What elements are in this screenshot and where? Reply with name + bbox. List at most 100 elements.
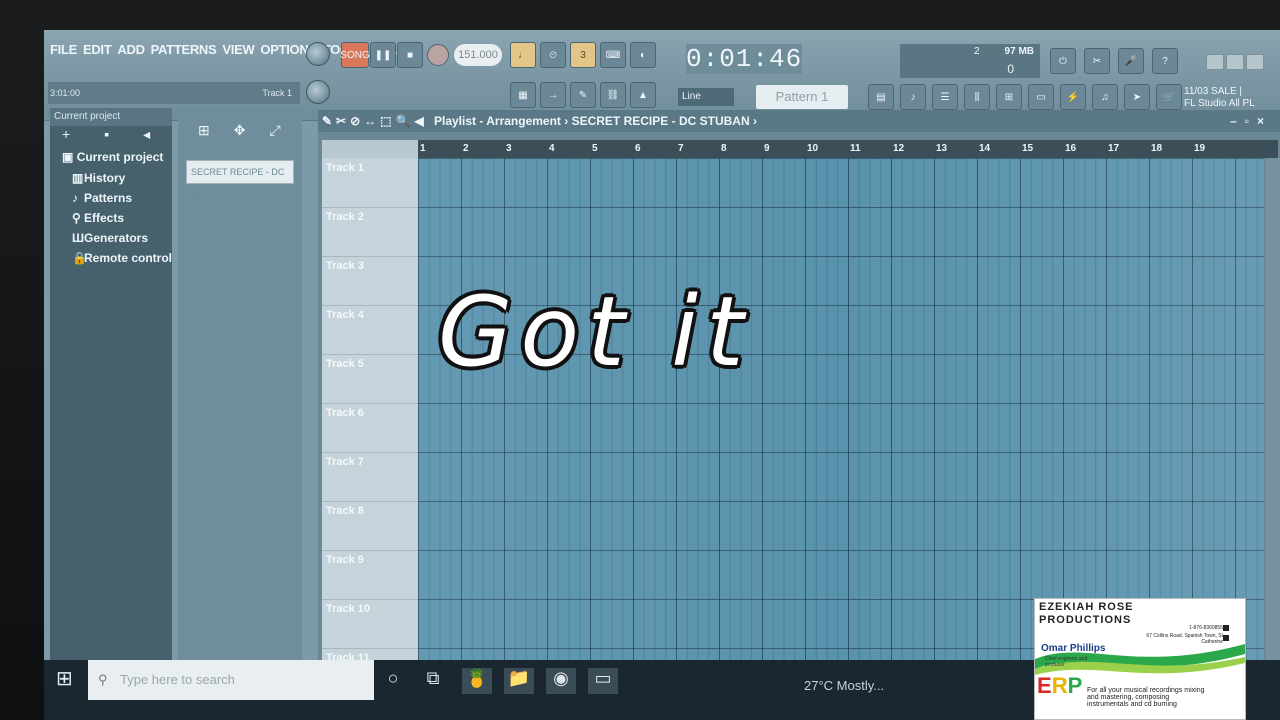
share-icon[interactable]: ➤ [1124,84,1150,110]
add-icon[interactable]: + [62,126,70,146]
tools-icon[interactable]: ✂ [1084,48,1110,74]
master-pitch-knob[interactable] [306,80,330,104]
piano-roll-icon[interactable]: ▦ [510,82,536,108]
track-label[interactable]: Track 4 [326,309,364,321]
track-label[interactable]: Track 6 [326,407,364,419]
pattern-clip[interactable]: SECRET RECIPE - DC S... [186,160,294,199]
countdown-icon[interactable]: 3 [570,42,596,68]
cpu-memory-panel: 2 97 MB 0 [900,44,1040,78]
menu-item-add[interactable]: ADD [117,42,145,57]
track-separator [322,648,418,649]
channel-rack-icon[interactable]: ☰ [932,84,958,110]
record-button[interactable] [427,44,449,66]
close-icon[interactable] [1246,54,1264,70]
plug-icon[interactable]: ⚡ [1060,84,1086,110]
step-edit-icon[interactable]: ⌨ [600,42,626,68]
track-label[interactable]: Track 10 [326,603,370,615]
ad-person: Omar Phillips [1041,643,1106,654]
mic-icon[interactable]: 🎤 [1118,48,1144,74]
metronome-icon[interactable]: ♩ [510,42,536,68]
menu-item-edit[interactable]: EDIT [83,42,112,57]
pause-button[interactable]: ❚❚ [370,42,396,68]
tree-item-label: Generators [84,231,149,245]
link-icon[interactable]: ⛓ [600,82,626,108]
vertical-scrollbar[interactable] [1266,158,1280,718]
strip-toolbar: ⊞ ✥ ⤢ [178,108,302,160]
resize-icon[interactable]: ⤢ [269,122,280,160]
windows-start-icon[interactable]: ⊞ [56,666,82,692]
stamp-icon[interactable]: ▲ [630,82,656,108]
collapse-icon[interactable]: ◂ [143,126,150,146]
news-line-1: 11/03 SALE | [1184,86,1243,97]
tree-item-remote-control[interactable]: 🔒Remote control [50,248,172,268]
playlist-title: Playlist - Arrangement › SECRET RECIPE -… [434,114,757,128]
track-separator [322,550,418,551]
menu-item-file[interactable]: FILE [50,42,77,57]
media-player-icon[interactable]: ◉ [546,668,576,694]
weather-widget[interactable]: 27°C Mostly... [804,678,884,693]
playlist-titlebar: ✎✂⊘↔⬚🔍◀ Playlist - Arrangement › SECRET … [318,110,1280,132]
help-icon[interactable]: ? [1152,48,1178,74]
pattern-strip: ⊞ ✥ ⤢ SECRET RECIPE - DC S... [178,108,302,668]
ad-role: Chief engineer and producer [1045,656,1088,668]
playlist-icon[interactable]: ▤ [868,84,894,110]
track-separator [322,403,418,404]
move-icon[interactable]: ✥ [234,122,246,160]
track-label[interactable]: Track 2 [326,211,364,223]
timeline-ruler[interactable]: 1 2 3 4 5 6 7 8 9 10 11 12 13 14 15 16 17 18 19 [418,140,1278,158]
playlist-window-controls-icon[interactable]: –▫× [1230,110,1272,132]
tree-root[interactable]: ▣ Current project [50,146,172,168]
tree-item-patterns[interactable]: ♪ Patterns [50,188,172,208]
history-icon: ▥ [72,171,84,185]
task-view-icon[interactable]: ⧉ [418,668,448,694]
track-separator [322,305,418,306]
ruler-bar-number: 1 [420,143,426,154]
stop-button[interactable]: ■ [397,42,423,68]
track-label[interactable]: Track 1 [326,162,364,174]
track-label[interactable]: Track 5 [326,358,364,370]
minimize-icon[interactable] [1206,54,1224,70]
pattern-selector[interactable]: Pattern 1 [756,85,848,109]
time-display[interactable]: 0:01:46 [686,44,803,74]
track-label[interactable]: Track 3 [326,260,364,272]
file-explorer-icon[interactable]: 📁 [504,668,534,694]
song-mode-toggle[interactable]: SONG [340,42,370,68]
arrow-icon[interactable]: → [540,82,566,108]
pencil-icon[interactable]: ✎ [570,82,596,108]
taskbar-search-input[interactable]: ⚲ Type here to search [88,660,374,700]
mixer-icon[interactable]: ⫼ [964,84,990,110]
tree-item-history[interactable]: ▥History [50,168,172,188]
ruler-bar-number: 11 [850,143,861,154]
plug-icon: ⚲ [72,211,81,225]
cart-icon[interactable]: 🛒 [1156,84,1182,110]
track-label[interactable]: Track 9 [326,554,364,566]
track-label[interactable]: Track 8 [326,505,364,517]
overlay-caption: Got it [438,276,752,388]
maximize-icon[interactable] [1226,54,1244,70]
piano-icon[interactable]: ♪ [900,84,926,110]
grid-icon[interactable]: ⊞ [198,122,210,160]
tree-item-generators[interactable]: ШGenerators [50,228,172,248]
snap-select[interactable]: Line [678,88,734,106]
fl-studio-taskbar-icon[interactable]: 🍍 [462,668,492,694]
blend-notes-icon[interactable]: ◐ [630,42,656,68]
browser-icon[interactable]: ⊞ [996,84,1022,110]
audio-icon[interactable]: ♫ [1092,84,1118,110]
master-volume-knob[interactable] [306,42,330,66]
ad-logo: ERP [1037,673,1083,698]
power-icon[interactable]: ⏻ [1050,48,1076,74]
folder-icon[interactable]: ▪ [104,126,109,146]
tree-item-effects[interactable]: ⚲ Effects [50,208,172,228]
menu-item-patterns[interactable]: PATTERNS [151,42,217,57]
notepad-icon[interactable]: ▭ [588,668,618,694]
tempo-display[interactable]: 151.000 [454,44,502,66]
remote-icon: 🔒 [72,251,87,265]
wait-input-icon[interactable]: ⏲ [540,42,566,68]
playlist-tools-icon[interactable]: ✎✂⊘↔⬚🔍◀ [322,110,428,132]
news-panel[interactable]: 11/03 SALE | FL Studio All PL [1184,86,1255,110]
cortana-icon[interactable]: ○ [378,668,408,694]
overview-bar[interactable] [322,140,418,158]
track-label[interactable]: Track 7 [326,456,364,468]
menu-item-view[interactable]: VIEW [222,42,254,57]
plugin-icon[interactable]: ▭ [1028,84,1054,110]
